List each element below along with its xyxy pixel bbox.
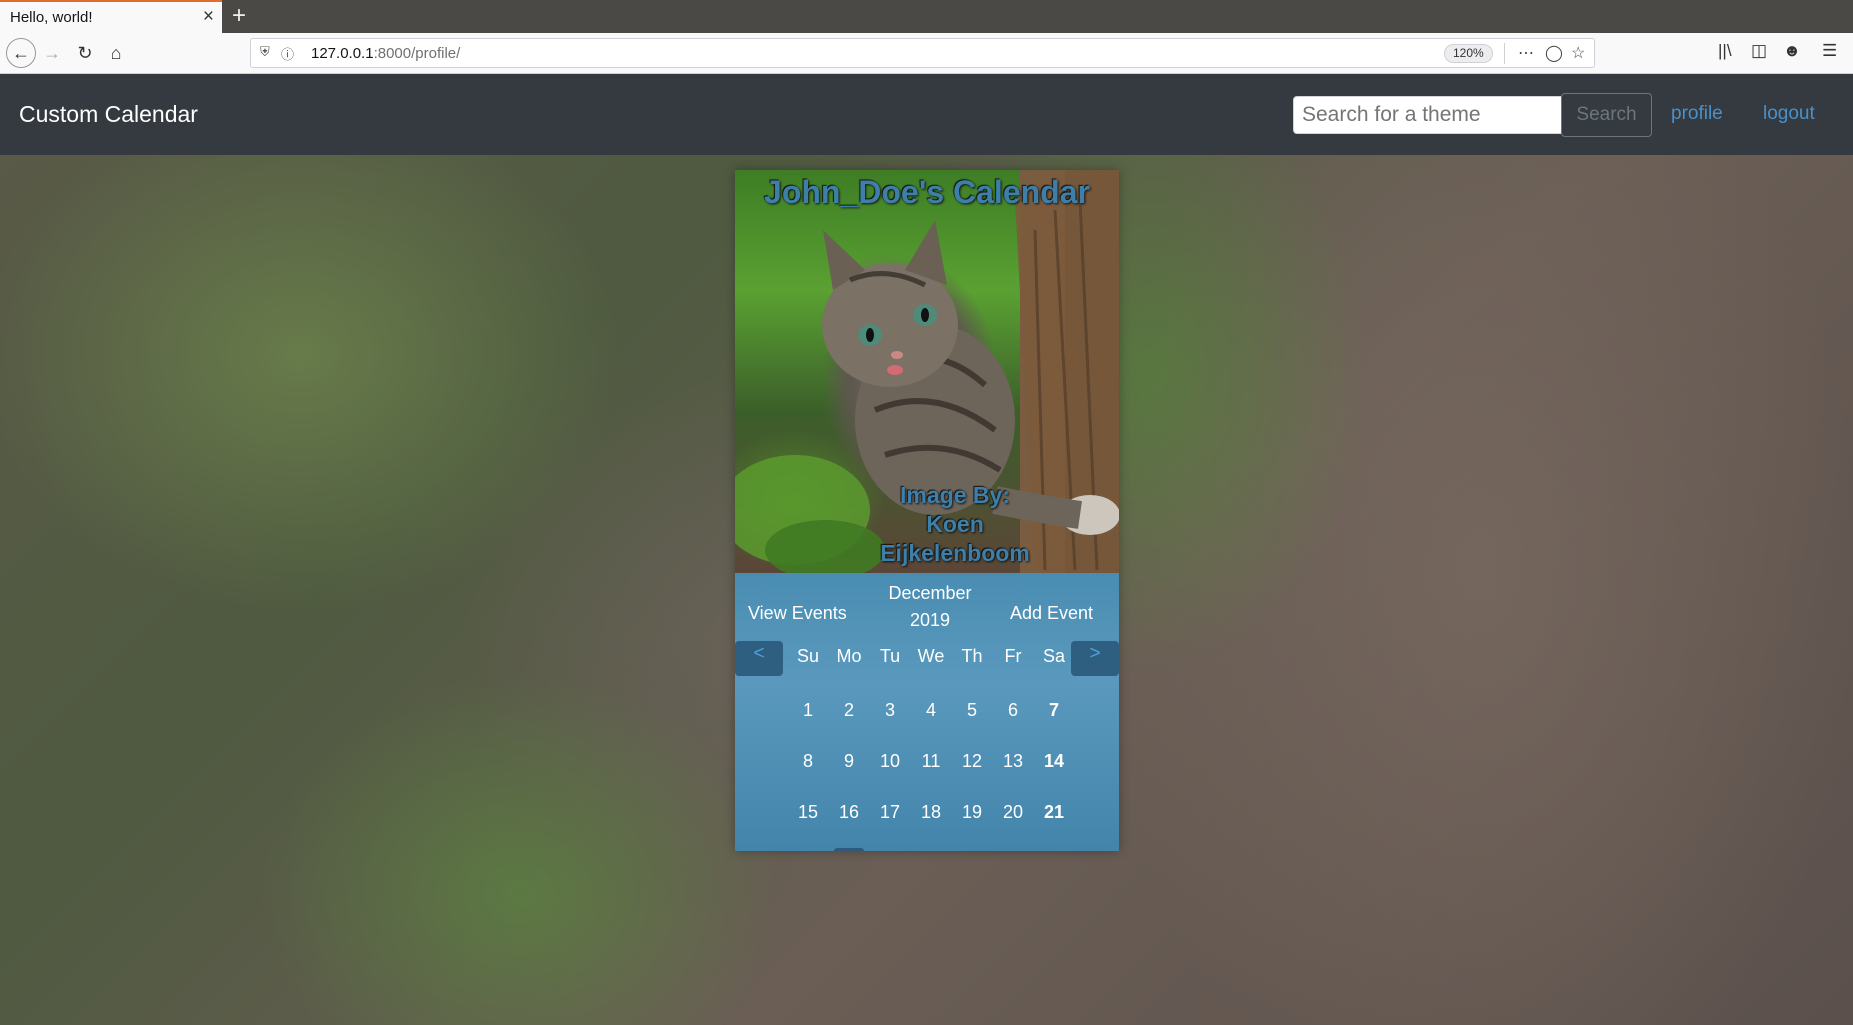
weekday-label: We [917,646,945,666]
url-bar[interactable]: ⛨ ⓘ 127.0.0.1:8000/profile/ 120% ⋯ ◯ ☆ [250,38,1595,68]
zoom-level-badge[interactable]: 120% [1444,44,1493,63]
reload-icon[interactable]: ↻ [71,39,99,67]
calendar-day[interactable]: 17 [875,797,905,827]
browser-tab[interactable]: Hello, world! × [0,0,222,33]
browser-toolbar: ← → ↻ ⌂ ⛨ ⓘ 127.0.0.1:8000/profile/ 120%… [0,33,1853,74]
calendar-day[interactable]: 11 [916,746,946,776]
theme-search-input[interactable] [1293,96,1562,134]
forward-icon[interactable]: → [38,39,66,67]
calendar-day[interactable]: 20 [998,797,1028,827]
calendar-day[interactable]: 27 [998,848,1028,851]
month-label: December 2019 [875,580,985,634]
site-info-icon[interactable]: ⓘ [281,44,294,63]
calendar-day[interactable]: 8 [793,746,823,776]
weekday-label: Fr [1004,646,1022,666]
calendar-day[interactable]: 19 [957,797,987,827]
url-separator [1504,43,1505,64]
calendar-day[interactable]: 2 [834,695,864,725]
calendar-body: View Events December 2019 Add Event < > … [735,573,1119,851]
more-actions-icon[interactable]: ⋯ [1518,43,1534,63]
calendar-cover-photo: John_Doe's Calendar Image By: Koen Eijke… [735,170,1119,573]
add-event-link[interactable]: Add Event [1010,603,1093,624]
home-icon[interactable]: ⌂ [102,39,130,67]
prev-month-button[interactable]: < [735,641,783,676]
calendar-day[interactable]: 25 [916,848,946,851]
tab-close-icon[interactable]: × [203,6,214,28]
pocket-icon[interactable]: ◯ [1545,43,1563,63]
brand-link[interactable]: Custom Calendar [19,101,198,128]
bookmark-star-icon[interactable]: ☆ [1571,43,1585,63]
calendar-day[interactable]: 5 [957,695,987,725]
weekday-label: Sa [1042,646,1066,666]
view-events-link[interactable]: View Events [748,603,847,624]
calendar-day[interactable]: 14 [1039,746,1069,776]
image-credit-line: Eijkelenboom [880,540,1030,566]
account-icon[interactable]: ☻ [1783,41,1801,61]
image-credit: Image By: Koen Eijkelenboom [840,481,1070,568]
calendar-day[interactable]: 15 [793,797,823,827]
calendar-day[interactable]: 21 [1039,797,1069,827]
calendar-day[interactable]: 24 [875,848,905,851]
calendar-day[interactable]: 28 [1039,848,1069,851]
back-icon[interactable]: ← [6,38,36,68]
calendar-day[interactable]: 18 [916,797,946,827]
profile-link[interactable]: profile [1671,103,1723,125]
calendar-day[interactable]: 3 [875,695,905,725]
weekday-label: Mo [836,646,862,666]
sidebar-icon[interactable]: ◫ [1751,41,1767,61]
calendar-day[interactable]: 13 [998,746,1028,776]
url-text: 127.0.0.1:8000/profile/ [311,45,460,62]
image-credit-line: Koen [926,511,984,537]
calendar-day[interactable]: 4 [916,695,946,725]
logout-link[interactable]: logout [1763,103,1815,125]
image-credit-line: Image By: [900,482,1010,508]
url-path: :8000/profile/ [373,45,461,62]
calendar-day[interactable]: 26 [957,848,987,851]
calendar-day[interactable]: 6 [998,695,1028,725]
calendar-day[interactable]: 12 [957,746,987,776]
year-label: 2019 [909,610,951,630]
library-icon[interactable]: ||\ [1718,41,1732,61]
url-host: 127.0.0.1 [311,45,374,62]
browser-tabstrip: Hello, world! × + [0,0,1853,33]
calendar-day[interactable]: 9 [834,746,864,776]
site-navbar: Custom Calendar Search profile logout [0,74,1853,155]
calendar-card: John_Doe's Calendar Image By: Koen Eijke… [735,170,1119,851]
month-name: December [888,583,972,603]
weekday-label: Tu [879,646,901,666]
menu-icon[interactable]: ☰ [1822,41,1837,61]
next-month-button[interactable]: > [1071,641,1119,676]
calendar-day[interactable]: 7 [1039,695,1069,725]
tracking-shield-icon[interactable]: ⛨ [260,44,270,60]
calendar-day[interactable]: 1 [793,695,823,725]
calendar-day-today[interactable]: 23 [834,848,864,851]
calendar-day[interactable]: 10 [875,746,905,776]
calendar-day[interactable]: 16 [834,797,864,827]
new-tab-button[interactable]: + [232,2,246,30]
calendar-day[interactable]: 22 [793,848,823,851]
search-button[interactable]: Search [1561,93,1652,137]
calendar-title: John_Doe's Calendar [764,174,1090,210]
weekday-label: Su [796,646,820,666]
tab-title: Hello, world! [10,9,93,26]
weekday-label: Th [961,646,983,666]
page-background: Custom Calendar Search profile logout [0,74,1853,1025]
